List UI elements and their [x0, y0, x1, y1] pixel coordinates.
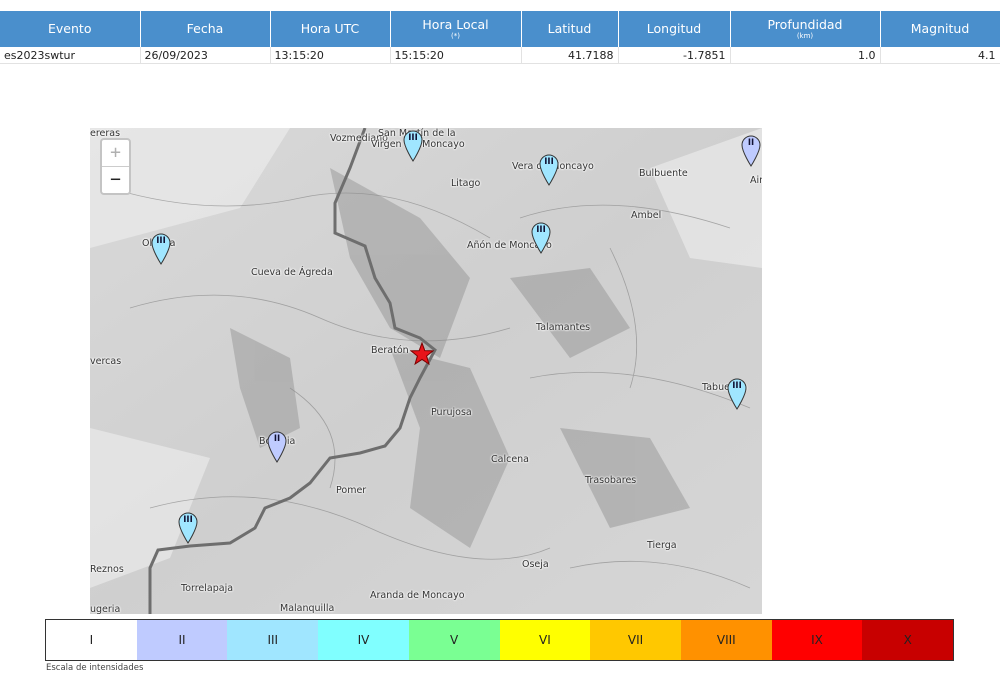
place-label: ugeria [90, 604, 121, 614]
zoom-control: + − [100, 138, 131, 195]
intensity-marker[interactable]: III [151, 233, 171, 265]
place-label: Trasobares [585, 475, 637, 486]
intensity-marker[interactable]: II [741, 135, 761, 167]
intensity-level-ii: II [136, 620, 228, 660]
place-label: ereras [90, 128, 121, 139]
place-label: Beratón [371, 345, 409, 356]
intensity-scale-caption: Escala de intensidades [46, 663, 144, 673]
table-row: es2023swtur 26/09/2023 13:15:20 15:15:20… [0, 47, 1000, 64]
place-label: Tierga [647, 540, 677, 551]
cell-latitud: 41.7188 [521, 47, 619, 64]
intensity-marker[interactable]: III [531, 222, 551, 254]
intensity-marker[interactable]: III [403, 130, 423, 162]
place-label: Oseja [522, 559, 549, 570]
event-table: Evento Fecha Hora UTC Hora Local (*) Lati… [0, 11, 1000, 64]
intensity-level-vi: VI [499, 620, 591, 660]
intensity-level-vii: VII [590, 620, 681, 660]
header-hora-utc[interactable]: Hora UTC [270, 11, 391, 47]
place-label: Cueva de Ágreda [251, 267, 333, 278]
header-evento[interactable]: Evento [0, 11, 141, 47]
place-label: Malanquilla [280, 603, 335, 614]
place-label: Calcena [491, 454, 530, 465]
cell-hora-local: 15:15:20 [390, 47, 522, 64]
header-hora-local-note: (*) [451, 31, 460, 40]
intensity-label: III [408, 133, 418, 143]
intensity-label: III [156, 236, 166, 246]
intensity-level-i: I [46, 620, 137, 660]
cell-fecha: 26/09/2023 [140, 47, 271, 64]
header-profundidad-unit: (km) [796, 31, 814, 40]
intensity-scale: I II III IV V VI VII VIII IX X [45, 619, 954, 661]
header-fecha[interactable]: Fecha [140, 11, 271, 47]
intensity-label: II [747, 138, 755, 148]
map-view[interactable]: + − Vozmediano San Martín de la Virgen d… [90, 128, 762, 614]
cell-magnitud: 4.1 [880, 47, 1000, 64]
intensity-level-x: X [862, 620, 954, 660]
header-longitud[interactable]: Longitud [618, 11, 731, 47]
place-label: Bulbuente [639, 168, 688, 179]
place-label: Litago [451, 178, 481, 189]
intensity-marker[interactable]: III [178, 512, 198, 544]
intensity-level-iii: III [227, 620, 319, 660]
header-magnitud[interactable]: Magnitud [880, 11, 1000, 47]
cell-longitud: -1.7851 [618, 47, 731, 64]
intensity-label: III [536, 225, 546, 235]
intensity-level-v: V [408, 620, 500, 660]
intensity-marker[interactable]: III [727, 378, 747, 410]
place-label: Purujosa [431, 407, 472, 418]
place-label: Talamantes [536, 322, 591, 333]
intensity-label: III [183, 515, 193, 525]
header-profundidad[interactable]: Profundidad (km) [730, 11, 881, 47]
intensity-label: II [273, 434, 281, 444]
place-label: Torrelapaja [181, 583, 234, 594]
intensity-level-iv: IV [318, 620, 409, 660]
intensity-label: III [732, 381, 742, 391]
intensity-marker[interactable]: III [539, 154, 559, 186]
place-label: Ain [750, 175, 762, 186]
intensity-level-ix: IX [771, 620, 863, 660]
zoom-out-button[interactable]: − [102, 167, 129, 193]
zoom-in-button[interactable]: + [102, 140, 129, 167]
table-header-row: Evento Fecha Hora UTC Hora Local (*) Lati… [0, 11, 1000, 47]
intensity-marker[interactable]: II [267, 431, 287, 463]
header-hora-local[interactable]: Hora Local (*) [390, 11, 522, 47]
place-label: Pomer [336, 485, 367, 496]
cell-evento: es2023swtur [0, 47, 141, 64]
place-label: Aranda de Moncayo [370, 590, 465, 601]
intensity-level-viii: VIII [680, 620, 772, 660]
cell-profundidad: 1.0 [730, 47, 881, 64]
intensity-label: III [544, 157, 554, 167]
place-label: Reznos [90, 564, 124, 575]
place-label: vercas [90, 356, 122, 367]
header-latitud[interactable]: Latitud [521, 11, 619, 47]
place-label: Ambel [631, 210, 662, 221]
epicenter-star-icon[interactable] [410, 342, 434, 366]
cell-hora-utc: 13:15:20 [270, 47, 391, 64]
